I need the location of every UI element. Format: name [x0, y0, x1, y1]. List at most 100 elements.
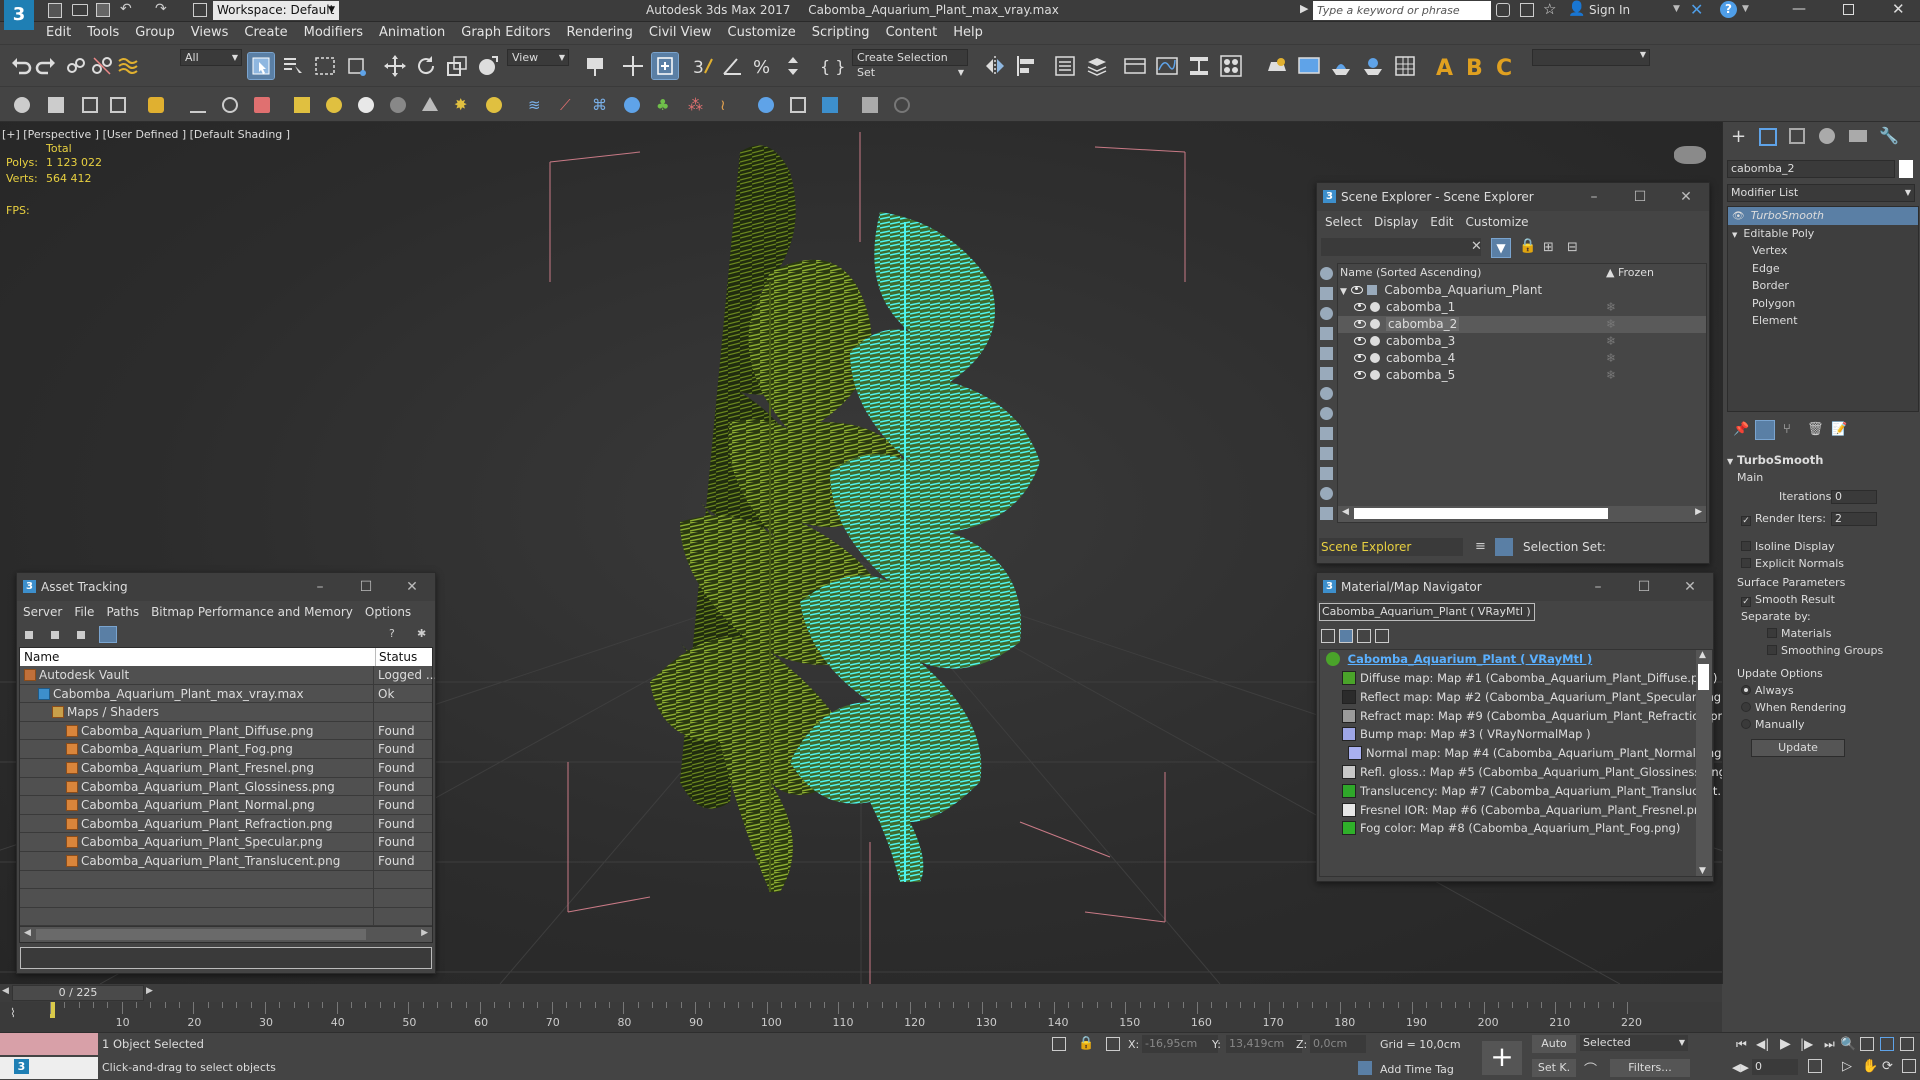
- time-slider[interactable]: ◀ 0 / 225 ▶: [0, 984, 1722, 1002]
- minimize-button[interactable]: –: [1571, 183, 1617, 211]
- material-map-row[interactable]: Fog color: Map #8 (Cabomba_Aquarium_Plan…: [1320, 819, 1712, 838]
- prev-frame-icon[interactable]: ◀: [2, 986, 9, 996]
- menu-animation[interactable]: Animation: [371, 22, 453, 44]
- menu-scripting[interactable]: Scripting: [804, 22, 878, 44]
- angle-snap-icon[interactable]: [720, 53, 746, 79]
- toolbar-empty-dropdown[interactable]: ▼: [1532, 49, 1650, 66]
- light-icon[interactable]: ✸: [454, 97, 470, 113]
- filter-icon[interactable]: ▼: [1491, 238, 1511, 258]
- view-large-icons-icon[interactable]: [1375, 629, 1389, 643]
- select-object-button[interactable]: [247, 52, 275, 80]
- iterations-spinner[interactable]: 0: [1831, 490, 1877, 504]
- set-key-button[interactable]: Set K.: [1532, 1059, 1576, 1077]
- minimize-button[interactable]: –: [297, 573, 343, 601]
- schematic-view-icon[interactable]: [1186, 53, 1212, 79]
- asset-row[interactable]: Cabomba_Aquarium_Plant_max_vray.max Ok: [20, 684, 432, 704]
- space-warps-filter-icon[interactable]: [1320, 367, 1333, 380]
- materials-checkbox[interactable]: [1767, 628, 1777, 638]
- menu-paths[interactable]: Paths: [100, 601, 145, 623]
- maxscript-input[interactable]: 3: [0, 1057, 98, 1079]
- material-map-row[interactable]: Translucency: Map #7 (Cabomba_Aquarium_P…: [1320, 782, 1747, 801]
- maximize-button[interactable]: ☐: [1621, 573, 1667, 601]
- checkin-icon[interactable]: [77, 631, 85, 639]
- panel-icon[interactable]: [82, 97, 98, 113]
- close-button[interactable]: ✕: [1663, 183, 1709, 211]
- set-key-plus-icon[interactable]: +: [1482, 1041, 1522, 1075]
- hierarchy-tab-icon[interactable]: [1789, 128, 1805, 144]
- frozen-snowflake-icon[interactable]: ❄: [1606, 299, 1616, 316]
- quick-access-open-icon[interactable]: [72, 4, 88, 16]
- shapes-filter-icon[interactable]: [1320, 287, 1333, 300]
- explicit-normals-checkbox[interactable]: [1741, 558, 1751, 568]
- always-row[interactable]: Always: [1727, 682, 1917, 699]
- zoom-icon[interactable]: 🔍: [1840, 1037, 1856, 1052]
- sign-in-chevron-icon[interactable]: ▼: [1673, 4, 1680, 14]
- scroll-down-icon[interactable]: ▼: [1699, 866, 1706, 876]
- scroll-right-icon[interactable]: ▶: [421, 928, 428, 938]
- visibility-eye-icon[interactable]: [1354, 371, 1366, 379]
- lattice-icon[interactable]: ⌘: [592, 97, 608, 113]
- cabomba-plant-model[interactable]: [620, 122, 1080, 952]
- modifier-stack-item[interactable]: Polygon: [1728, 295, 1918, 313]
- asset-row[interactable]: Cabomba_Aquarium_Plant_Refraction.png Fou…: [20, 814, 432, 834]
- material-map-row[interactable]: Fresnel IOR: Map #6 (Cabomba_Aquarium_Pl…: [1320, 801, 1713, 820]
- tree-row-object[interactable]: cabomba_1 ❄: [1338, 299, 1706, 316]
- asset-row[interactable]: Cabomba_Aquarium_Plant_Glossiness.png Fou…: [20, 777, 432, 797]
- frozen-filter-icon[interactable]: [1320, 467, 1333, 480]
- binoculars-icon[interactable]: [1496, 3, 1510, 17]
- hair-icon[interactable]: ≀: [720, 97, 736, 113]
- reference-coordinate-dropdown[interactable]: View ▼: [507, 49, 569, 66]
- zoom-extents-icon[interactable]: [1880, 1037, 1894, 1051]
- align-tool-icon[interactable]: [190, 97, 206, 113]
- clear-search-icon[interactable]: ✕: [1471, 239, 1482, 254]
- frozen-snowflake-icon[interactable]: ❄: [1606, 367, 1616, 384]
- menu-civil-view[interactable]: Civil View: [641, 22, 720, 44]
- edit-named-selection-icon[interactable]: { }: [818, 53, 845, 79]
- vault-status-icon[interactable]: [25, 631, 33, 639]
- modifier-toggle-eye-icon[interactable]: 👁: [1732, 211, 1745, 222]
- hidden-filter-icon[interactable]: [1320, 487, 1333, 500]
- modifier-stack-item[interactable]: ▼ Editable Poly: [1728, 225, 1918, 243]
- close-button[interactable]: ✕: [389, 573, 435, 601]
- user-icon[interactable]: 👤: [1568, 1, 1585, 17]
- tree-row-object[interactable]: cabomba_5 ❄: [1338, 367, 1706, 384]
- tree-row-object[interactable]: cabomba_2 ❄: [1338, 316, 1706, 333]
- pin-stack-icon[interactable]: 📌: [1733, 422, 1749, 437]
- close-button[interactable]: ✕: [1667, 573, 1713, 601]
- link-icon[interactable]: [63, 53, 89, 79]
- update-button[interactable]: Update: [1751, 739, 1845, 757]
- pan-icon[interactable]: ✋: [1862, 1059, 1878, 1074]
- cone-icon[interactable]: [422, 97, 438, 111]
- frozen-snowflake-icon[interactable]: ❄: [1606, 316, 1616, 333]
- modifier-stack-item[interactable]: 👁 TurboSmooth: [1728, 207, 1918, 225]
- undo-button[interactable]: [8, 53, 34, 79]
- bend-icon[interactable]: ⟋: [560, 97, 576, 113]
- selection-set-icon[interactable]: [1495, 538, 1513, 556]
- key-filter-dropdown[interactable]: Selected ▼: [1580, 1035, 1688, 1051]
- remove-modifier-icon[interactable]: 🗑: [1807, 422, 1824, 437]
- snap-3d-icon[interactable]: 3: [690, 53, 716, 79]
- sphere-icon[interactable]: [326, 97, 342, 113]
- manually-radio[interactable]: [1741, 719, 1751, 729]
- settings-gear-icon[interactable]: ✱: [417, 627, 426, 640]
- redo-icon[interactable]: ↷: [155, 1, 167, 17]
- keyboard-shortcut-override-icon[interactable]: [651, 52, 679, 80]
- plant-icon[interactable]: ♣: [656, 97, 672, 113]
- visibility-eye-icon[interactable]: [1354, 320, 1366, 328]
- materials-row[interactable]: Materials: [1727, 625, 1917, 642]
- column-header-name[interactable]: Name (Sorted Ascending): [1340, 264, 1481, 282]
- asset-row[interactable]: Cabomba_Aquarium_Plant_Normal.png Found: [20, 796, 432, 815]
- material-map-row[interactable]: Reflect map: Map #2 (Cabomba_Aquarium_Pl…: [1320, 688, 1726, 707]
- bones-filter-icon[interactable]: [1320, 427, 1333, 440]
- xrefs-filter-icon[interactable]: [1320, 407, 1333, 420]
- layer-hierarchy-icon[interactable]: ⊟: [1567, 240, 1578, 255]
- when-rendering-radio[interactable]: [1741, 702, 1751, 712]
- view-list-icon[interactable]: [1321, 629, 1335, 643]
- render-region-icon[interactable]: [790, 97, 806, 113]
- view-small-icons-icon[interactable]: [1357, 629, 1371, 643]
- exchange-x-icon[interactable]: ✕: [1690, 0, 1703, 19]
- help-icon[interactable]: ?: [1720, 1, 1737, 18]
- menu-edit[interactable]: Edit: [38, 22, 79, 44]
- mirror-icon[interactable]: [982, 53, 1008, 79]
- show-end-result-icon[interactable]: [1755, 420, 1775, 440]
